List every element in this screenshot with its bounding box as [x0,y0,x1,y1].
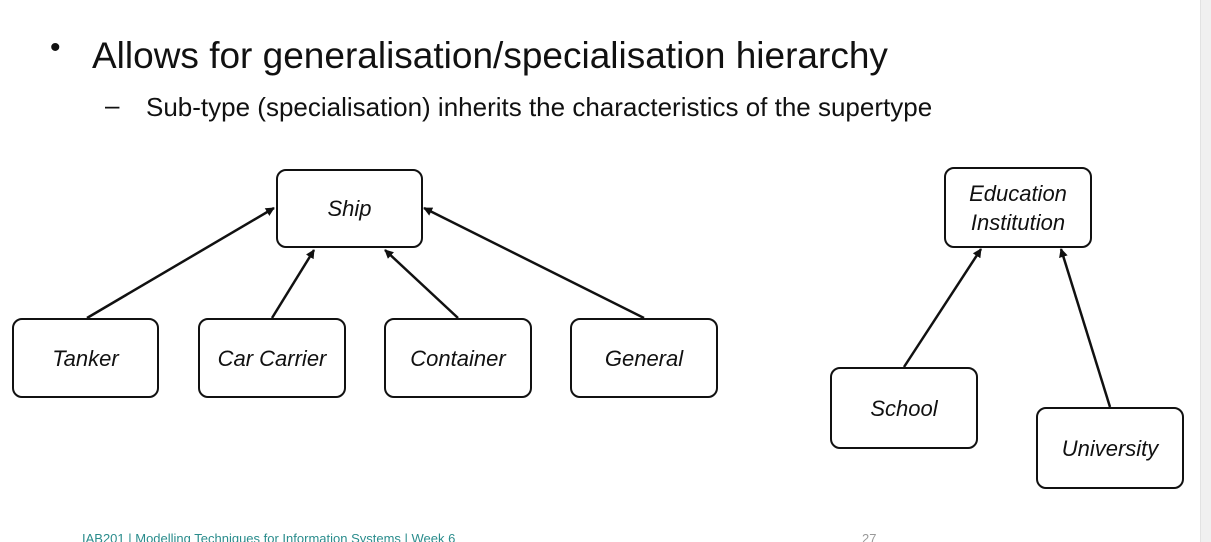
university-box: University [1036,407,1184,489]
arrow-university-to-education [1059,248,1112,408]
arrow-general-to-ship [423,206,645,320]
tanker-box: Tanker [12,318,159,398]
arrow-school-to-education [902,248,983,368]
hierarchy-arrows [86,206,1112,408]
car-carrier-box: Car Carrier [198,318,346,398]
page-number: 27 [862,531,877,542]
arrow-car-carrier-to-ship [270,249,316,319]
vertical-scrollbar[interactable] [1200,0,1211,542]
school-box: School [830,367,978,449]
education-institution-box: Education Institution [944,167,1092,248]
footer-course-label: IAB201 | Modelling Techniques for Inform… [82,531,456,542]
container-box: Container [384,318,532,398]
arrow-container-to-ship [384,249,459,319]
slide: • Allows for generalisation/specialisati… [0,0,1200,542]
general-box: General [570,318,718,398]
ship-box: Ship [276,169,423,248]
arrow-tanker-to-ship [86,206,275,320]
